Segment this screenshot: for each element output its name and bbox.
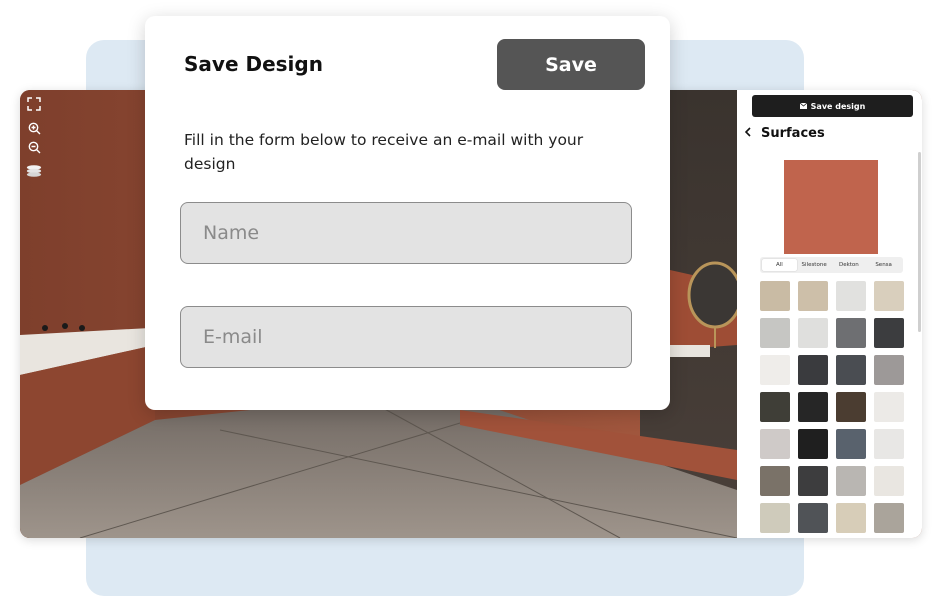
surface-swatch[interactable] xyxy=(760,503,790,533)
envelope-icon xyxy=(799,102,807,111)
save-design-modal: Save Design Save Fill in the form below … xyxy=(145,16,670,410)
chevron-left-icon[interactable] xyxy=(744,126,751,141)
surface-swatch[interactable] xyxy=(760,392,790,422)
surface-swatch[interactable] xyxy=(760,355,790,385)
modal-description: Fill in the form below to receive an e-m… xyxy=(184,131,584,173)
panel-scrollbar[interactable] xyxy=(918,152,921,332)
layers-icon[interactable] xyxy=(26,163,42,179)
surface-swatch[interactable] xyxy=(798,392,828,422)
name-field[interactable] xyxy=(180,202,632,264)
surface-swatch[interactable] xyxy=(874,392,904,422)
surface-swatch[interactable] xyxy=(760,281,790,311)
surface-swatch[interactable] xyxy=(798,318,828,348)
surface-swatch[interactable] xyxy=(874,355,904,385)
surface-swatch[interactable] xyxy=(798,355,828,385)
surface-swatch[interactable] xyxy=(874,429,904,459)
side-save-design-button[interactable]: Save design xyxy=(752,95,913,117)
tab-sensa[interactable]: Sensa xyxy=(866,259,901,271)
surfaces-title: Surfaces xyxy=(761,126,825,141)
surface-swatch[interactable] xyxy=(874,281,904,311)
surface-swatch[interactable] xyxy=(874,318,904,348)
tab-silestone[interactable]: Silestone xyxy=(797,259,832,271)
tab-all[interactable]: All xyxy=(762,259,797,271)
surface-swatch[interactable] xyxy=(798,503,828,533)
surface-swatch[interactable] xyxy=(836,429,866,459)
surface-swatch[interactable] xyxy=(836,355,866,385)
email-field[interactable] xyxy=(180,306,632,368)
save-button[interactable]: Save xyxy=(497,39,645,90)
zoom-in-icon[interactable] xyxy=(26,120,42,136)
surface-swatch[interactable] xyxy=(798,466,828,496)
surface-swatch[interactable] xyxy=(836,466,866,496)
surface-swatch[interactable] xyxy=(874,503,904,533)
surface-swatch[interactable] xyxy=(798,281,828,311)
surface-swatch[interactable] xyxy=(836,392,866,422)
modal-title: Save Design xyxy=(184,52,323,76)
surface-swatch[interactable] xyxy=(836,281,866,311)
surface-swatch-grid xyxy=(760,281,904,533)
surface-filter-tabs: All Silestone Dekton Sensa xyxy=(760,257,903,273)
surfaces-header: Surfaces xyxy=(744,126,825,141)
side-save-label: Save design xyxy=(810,101,866,111)
fullscreen-icon[interactable] xyxy=(26,96,42,112)
surface-swatch[interactable] xyxy=(760,466,790,496)
tab-dekton[interactable]: Dekton xyxy=(832,259,867,271)
surface-swatch[interactable] xyxy=(836,318,866,348)
surface-swatch[interactable] xyxy=(836,503,866,533)
zoom-out-icon[interactable] xyxy=(26,139,42,155)
surface-swatch[interactable] xyxy=(874,466,904,496)
surfaces-panel: Save design Surfaces All Silestone Dekto… xyxy=(737,90,922,538)
surface-swatch[interactable] xyxy=(760,429,790,459)
selected-surface-preview xyxy=(784,160,878,254)
surface-swatch[interactable] xyxy=(798,429,828,459)
surface-swatch[interactable] xyxy=(760,318,790,348)
